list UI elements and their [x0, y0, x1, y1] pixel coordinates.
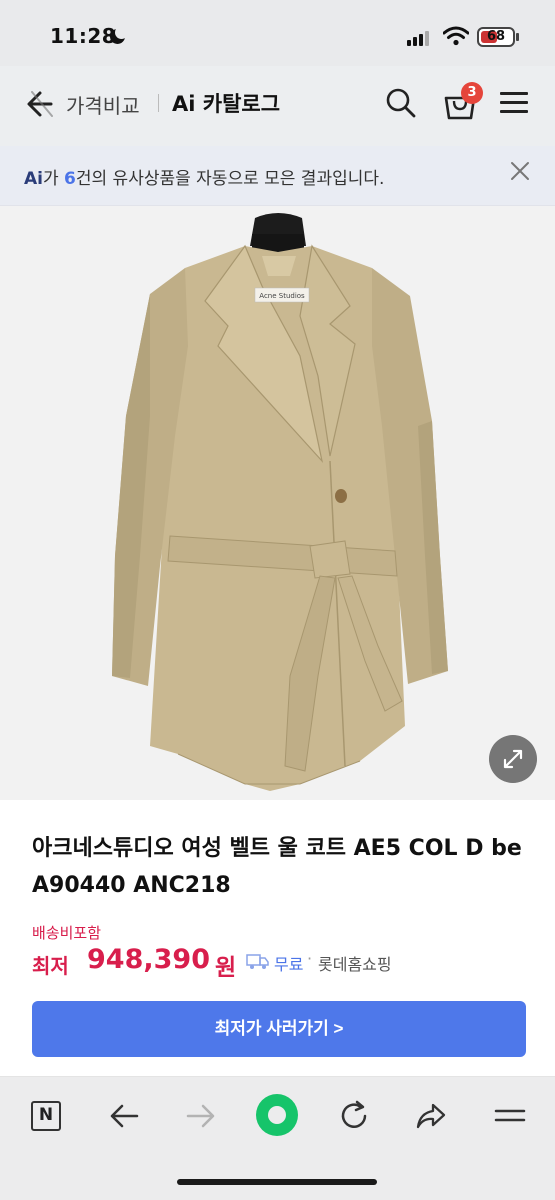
cart-count-badge: 3 — [461, 82, 483, 104]
status-bar: 11:28 68 — [0, 0, 555, 66]
banner-text-post: 건의 유사상품을 자동으로 모은 결과입니다. — [75, 169, 385, 189]
naver-n-icon[interactable]: N — [31, 1101, 61, 1131]
home-indicator — [177, 1179, 377, 1185]
seller-name[interactable]: 롯데홈쇼핑 — [318, 951, 392, 975]
banner-text-pre: 가 — [42, 169, 65, 189]
refresh-icon[interactable] — [336, 1098, 372, 1134]
truck-icon — [246, 954, 269, 969]
hamburger-menu-icon[interactable] — [500, 90, 530, 116]
price-unit: 원 — [215, 955, 237, 981]
page-title: Ai 카탈로그 — [172, 92, 281, 116]
green-dot-icon[interactable] — [256, 1094, 298, 1136]
free-shipping-label: 무료 — [274, 955, 304, 974]
breadcrumb-divider — [158, 94, 159, 112]
menu-icon[interactable] — [492, 1098, 528, 1134]
expand-icon[interactable] — [489, 735, 537, 783]
battery-icon: 68 — [477, 27, 515, 47]
coat-illustration: Acne Studios — [112, 213, 448, 791]
close-icon[interactable] — [509, 160, 531, 182]
product-image[interactable]: Acne Studios — [0, 206, 555, 800]
brand-label: Acne Studios — [259, 292, 305, 300]
lowest-price: 948,390 — [87, 944, 210, 975]
back-arrow-icon[interactable] — [18, 84, 60, 124]
share-icon[interactable] — [413, 1098, 449, 1134]
banner-text: Ai가 6건의 유사상품을 자동으로 모은 결과입니다. — [24, 164, 384, 189]
breadcrumb-price-compare[interactable]: 가격비교 — [66, 90, 140, 119]
app-header: 가격비교 Ai 카탈로그 3 — [0, 66, 555, 146]
status-time: 11:28 — [50, 24, 117, 48]
back-arrow-icon[interactable] — [106, 1098, 142, 1134]
cellular-signal-icon — [407, 30, 433, 46]
ai-catalog-banner: Ai가 6건의 유사상품을 자동으로 모은 결과입니다. — [0, 146, 555, 206]
ai-mark: Ai — [24, 169, 43, 189]
forward-arrow-icon[interactable] — [183, 1098, 219, 1134]
similar-count: 6 — [64, 169, 76, 189]
wifi-icon — [443, 26, 469, 46]
battery-level: 68 — [486, 29, 506, 44]
separator-dot: · — [307, 949, 313, 968]
buy-lowest-price-button[interactable]: 최저가 사러가기 > — [32, 1001, 526, 1057]
product-title: 아크네스튜디오 여성 벨트 울 코트 AE5 COL D be A90440 A… — [32, 836, 522, 898]
shipping-included-note: 배송비포함 — [32, 924, 102, 942]
moon-icon — [110, 26, 128, 44]
search-icon[interactable] — [384, 86, 418, 120]
lowest-price-label: 최저 — [32, 954, 69, 978]
